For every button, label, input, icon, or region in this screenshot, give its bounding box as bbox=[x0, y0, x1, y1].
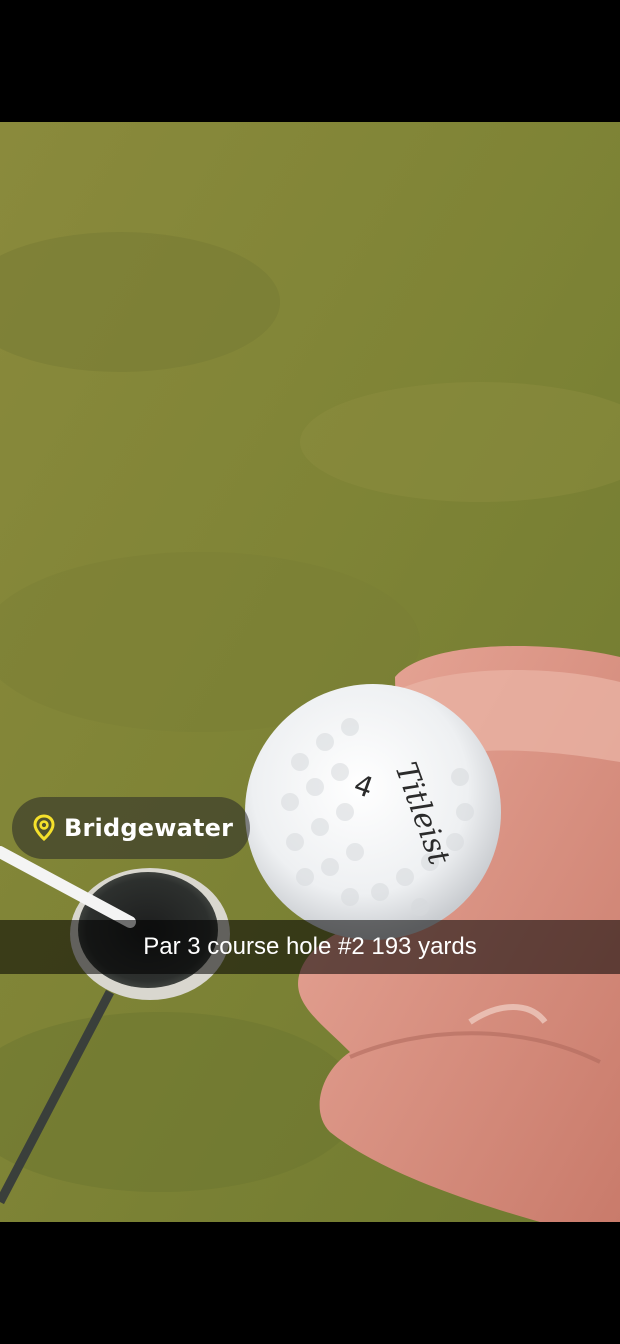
caption-bar[interactable]: Par 3 course hole #2 193 yards bbox=[0, 920, 620, 974]
caption-text: Par 3 course hole #2 193 yards bbox=[143, 933, 477, 960]
golf-green-photo: Titleist 4 bbox=[0, 122, 620, 1222]
location-sticker[interactable]: Bridgewater bbox=[12, 797, 250, 859]
photo: Titleist 4 bbox=[0, 122, 620, 1222]
location-pin-icon bbox=[32, 814, 56, 842]
location-name: Bridgewater bbox=[64, 814, 234, 842]
